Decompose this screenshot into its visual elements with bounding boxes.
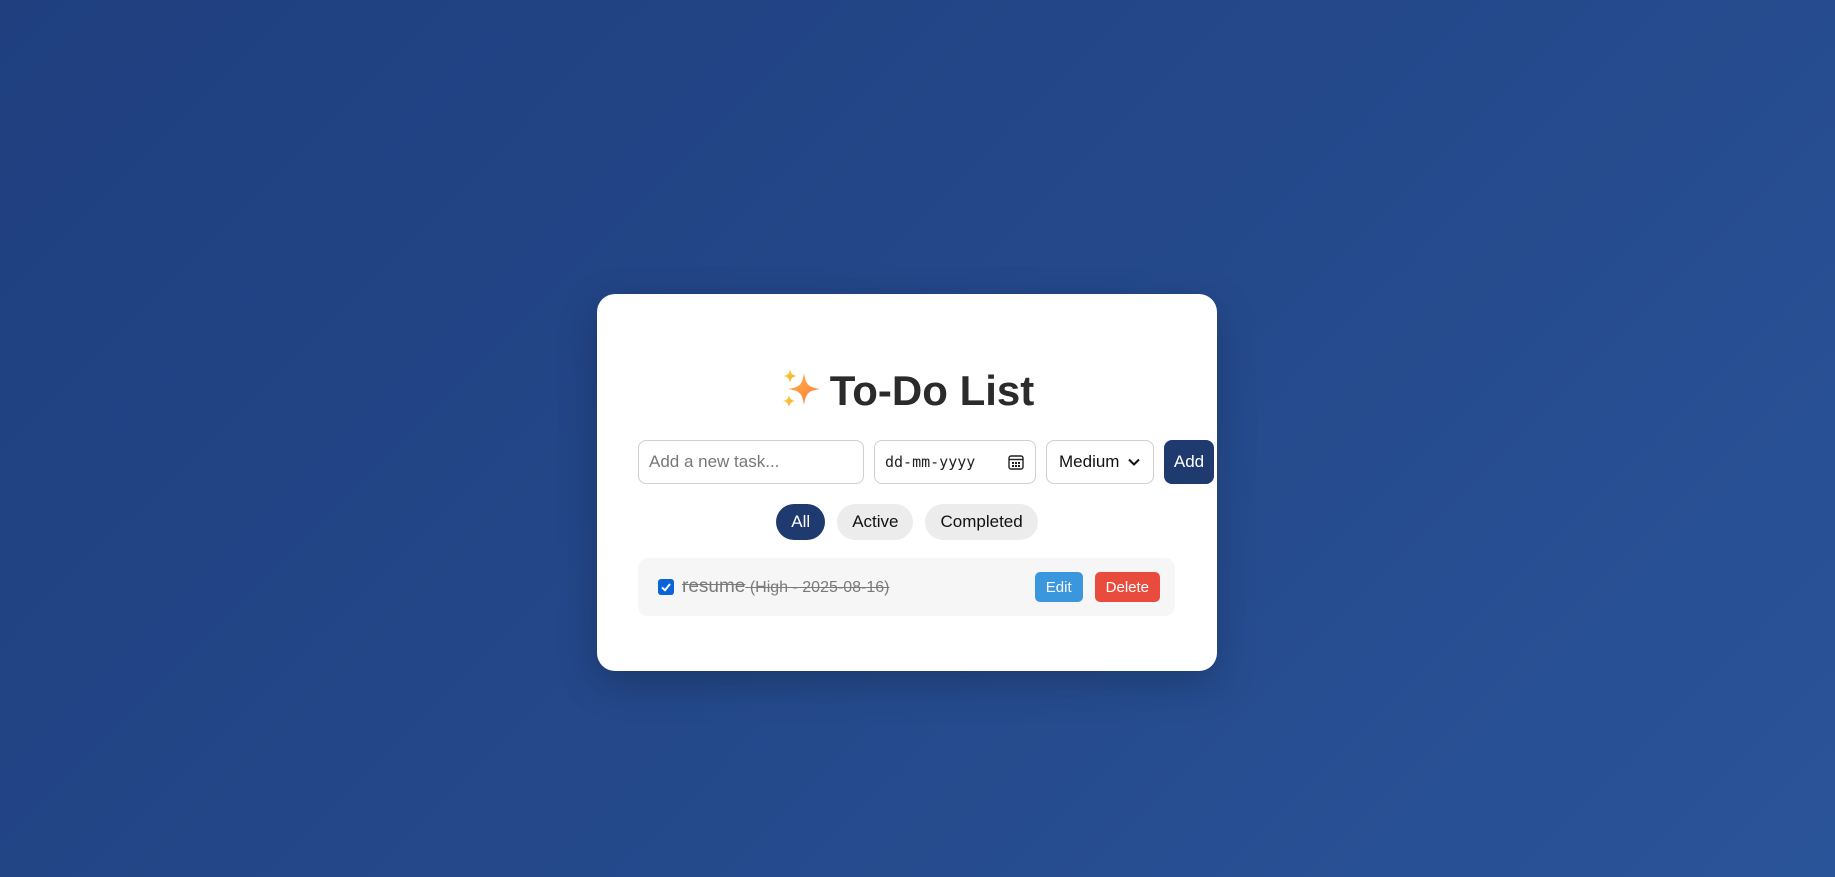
sparkles-icon: [782, 369, 820, 407]
checkmark-icon: [661, 583, 671, 592]
delete-button[interactable]: Delete: [1094, 572, 1160, 602]
filter-completed[interactable]: Completed: [925, 504, 1038, 540]
filter-active[interactable]: Active: [837, 504, 914, 540]
task-complete-checkbox[interactable]: [658, 579, 674, 595]
task-name: resume: [682, 576, 746, 597]
priority-selected-value: Medium: [1059, 452, 1120, 471]
page-title: To-Do List: [597, 366, 1217, 416]
due-date-input[interactable]: dd-mm-yyyy: [874, 440, 1036, 484]
date-placeholder: dd-mm-yyyy: [885, 453, 976, 471]
add-button[interactable]: Add: [1164, 440, 1214, 484]
filter-tabs: All Active Completed: [597, 504, 1217, 540]
chevron-down-icon: [1128, 458, 1140, 466]
task-meta: (High - 2025-08-16): [749, 579, 890, 596]
calendar-icon[interactable]: [1007, 453, 1025, 471]
edit-button[interactable]: Edit: [1034, 572, 1083, 602]
priority-select[interactable]: Medium: [1046, 440, 1154, 484]
todo-card: To-Do List dd-mm-yyyy Medium Add: [597, 294, 1217, 671]
task-input[interactable]: [638, 440, 864, 484]
task-list-item: resume (High - 2025-08-16) Edit Delete: [638, 558, 1175, 616]
task-text: resume (High - 2025-08-16): [682, 576, 1035, 598]
filter-all[interactable]: All: [776, 504, 826, 540]
page-title-text: To-Do List: [829, 367, 1035, 414]
add-task-form: dd-mm-yyyy Medium Add: [638, 440, 1214, 484]
